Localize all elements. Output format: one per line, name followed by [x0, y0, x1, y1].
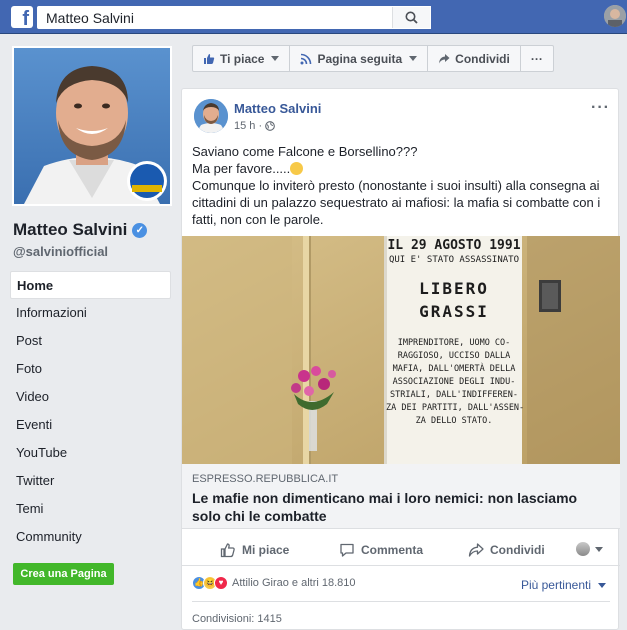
link-preview-image[interactable]: IL 29 AGOSTO 1991 QUI E' STATO ASSASSINA… [182, 236, 620, 464]
nav-item-post[interactable]: Post [10, 327, 171, 355]
follow-page-button[interactable]: Pagina seguita [289, 45, 429, 72]
page-handle[interactable]: @salviniofficial [13, 244, 108, 259]
more-icon: ··· [530, 51, 543, 66]
top-navigation-bar: f [0, 0, 627, 34]
share-page-label: Condividi [455, 51, 510, 66]
post-author-name[interactable]: Matteo Salvini [234, 101, 321, 116]
nav-item-video[interactable]: Video [10, 383, 171, 411]
page-name-text[interactable]: Matteo Salvini [13, 220, 127, 240]
like-button[interactable]: Mi piace [220, 536, 289, 564]
poster-body-line: RAGGIOSO, UCCISO DALLA [397, 351, 511, 361]
nav-item-home[interactable]: Home [10, 271, 171, 299]
post-card: Matteo Salvini 15 h · ··· Saviano come F… [181, 88, 620, 630]
nav-item-twitter[interactable]: Twitter [10, 467, 171, 495]
nav-item-foto[interactable]: Foto [10, 355, 171, 383]
thumbs-up-outline-icon [220, 543, 235, 558]
post-meta: 15 h · [234, 120, 275, 132]
post-text-fragment: Ma per favore..... [192, 161, 291, 176]
share-arrow-icon [439, 53, 450, 63]
chevron-down-icon [271, 56, 280, 61]
page-title[interactable]: Matteo Salvini ✓ [13, 220, 148, 240]
share-button[interactable]: Condividi [468, 536, 545, 564]
search-button[interactable] [392, 7, 430, 28]
poster-body: IMPRENDITORE, UOMO CO- RAGGIOSO, UCCISO … [386, 337, 525, 428]
post-timestamp[interactable]: 15 h · [234, 120, 262, 132]
poster-date: IL 29 AGOSTO 1991 [387, 238, 521, 253]
search-icon [405, 11, 418, 24]
comment-sort-label: Più pertinenti [520, 578, 591, 592]
comment-sort-selector[interactable]: Più pertinenti [521, 578, 606, 592]
comment-button[interactable]: Commenta [339, 536, 423, 564]
search-box [37, 6, 431, 29]
poster-body-line: ZA DELLO STATO. [415, 416, 493, 426]
reactions-count[interactable]: Attilio Girao e altri 18.810 [232, 577, 356, 589]
shares-count[interactable]: Condivisioni: 1415 [192, 613, 282, 625]
user-avatar [576, 542, 590, 556]
link-domain: ESPRESSO.REPUBBLICA.IT [192, 473, 339, 485]
nav-item-informazioni[interactable]: Informazioni [10, 299, 171, 327]
share-label: Condividi [490, 543, 545, 557]
search-input[interactable] [38, 7, 394, 28]
post-author-avatar[interactable] [194, 99, 228, 133]
nav-item-youtube[interactable]: YouTube [10, 439, 171, 467]
nav-item-eventi[interactable]: Eventi [10, 411, 171, 439]
nav-item-temi[interactable]: Temi [10, 495, 171, 523]
share-page-button[interactable]: Condividi [427, 45, 521, 72]
poster-body-line: ZA DEI PARTITI, DALL'ASSEN- [386, 403, 525, 413]
divider [192, 601, 610, 602]
poster-name-last: GRASSI [419, 302, 489, 321]
thumbs-up-icon [204, 53, 215, 64]
love-reaction-icon: ♥ [214, 576, 228, 590]
like-label: Mi piace [242, 543, 290, 557]
share-arrow-icon [468, 543, 484, 557]
comment-icon [340, 543, 354, 557]
rss-icon [300, 53, 312, 64]
facebook-logo-icon[interactable]: f [11, 6, 33, 28]
poster-body-line: MAFIA, DALL'OMERTÀ DELLA [392, 364, 516, 374]
poster-body-line: STRIALI, DALL'INDIFFEREN- [390, 390, 518, 400]
chevron-down-icon [409, 56, 418, 61]
poster-name-first: LIBERO [419, 279, 489, 298]
nav-item-community[interactable]: Community [10, 523, 171, 551]
poster-text: IL 29 AGOSTO 1991 QUI E' STATO ASSASSINA… [386, 236, 525, 464]
post-body: Saviano come Falcone e Borsellino??? Ma … [192, 143, 612, 228]
comment-label: Commenta [361, 543, 424, 557]
post-text-line: Saviano come Falcone e Borsellino??? [192, 144, 418, 159]
page-action-bar: Ti piace Pagina seguita Condividi ··· [192, 45, 554, 72]
more-options-button[interactable]: ··· [519, 45, 554, 72]
poster-body-line: ASSOCIAZIONE DEGLI INDU- [392, 377, 516, 387]
poster-subtitle: QUI E' STATO ASSASSINATO [388, 255, 520, 265]
globe-icon [265, 121, 275, 131]
follow-page-label: Pagina seguita [317, 51, 403, 66]
laughing-emoji-icon [290, 162, 304, 175]
verified-badge-icon: ✓ [132, 222, 148, 238]
like-page-label: Ti piace [220, 51, 265, 66]
link-title[interactable]: Le mafie non dimenticano mai i loro nemi… [192, 489, 602, 525]
reactions-summary[interactable]: 👍 😆 ♥ Attilio Girao e altri 18.810 [192, 576, 356, 590]
post-options-button[interactable]: ··· [591, 99, 610, 117]
left-sidebar: Matteo Salvini ✓ @salviniofficial Home I… [0, 34, 181, 630]
poster-body-line: IMPRENDITORE, UOMO CO- [397, 338, 511, 348]
post-as-selector[interactable] [576, 542, 603, 556]
page-navigation: Home Informazioni Post Foto Video Eventi… [10, 271, 171, 551]
post-text-line: Ma per favore..... [192, 160, 612, 177]
create-page-button[interactable]: Crea una Pagina [13, 563, 114, 585]
link-preview-meta[interactable]: ESPRESSO.REPUBBLICA.IT Le mafie non dime… [182, 464, 620, 529]
profile-picture[interactable] [12, 46, 172, 206]
chevron-down-icon [598, 582, 606, 588]
post-actions-bar: Mi piace Commenta Condividi [182, 536, 620, 566]
like-page-button[interactable]: Ti piace [192, 45, 291, 72]
post-text-line: Comunque lo inviterò presto (nonostante … [192, 178, 601, 227]
chevron-down-icon [595, 546, 603, 552]
user-avatar[interactable] [604, 5, 626, 27]
